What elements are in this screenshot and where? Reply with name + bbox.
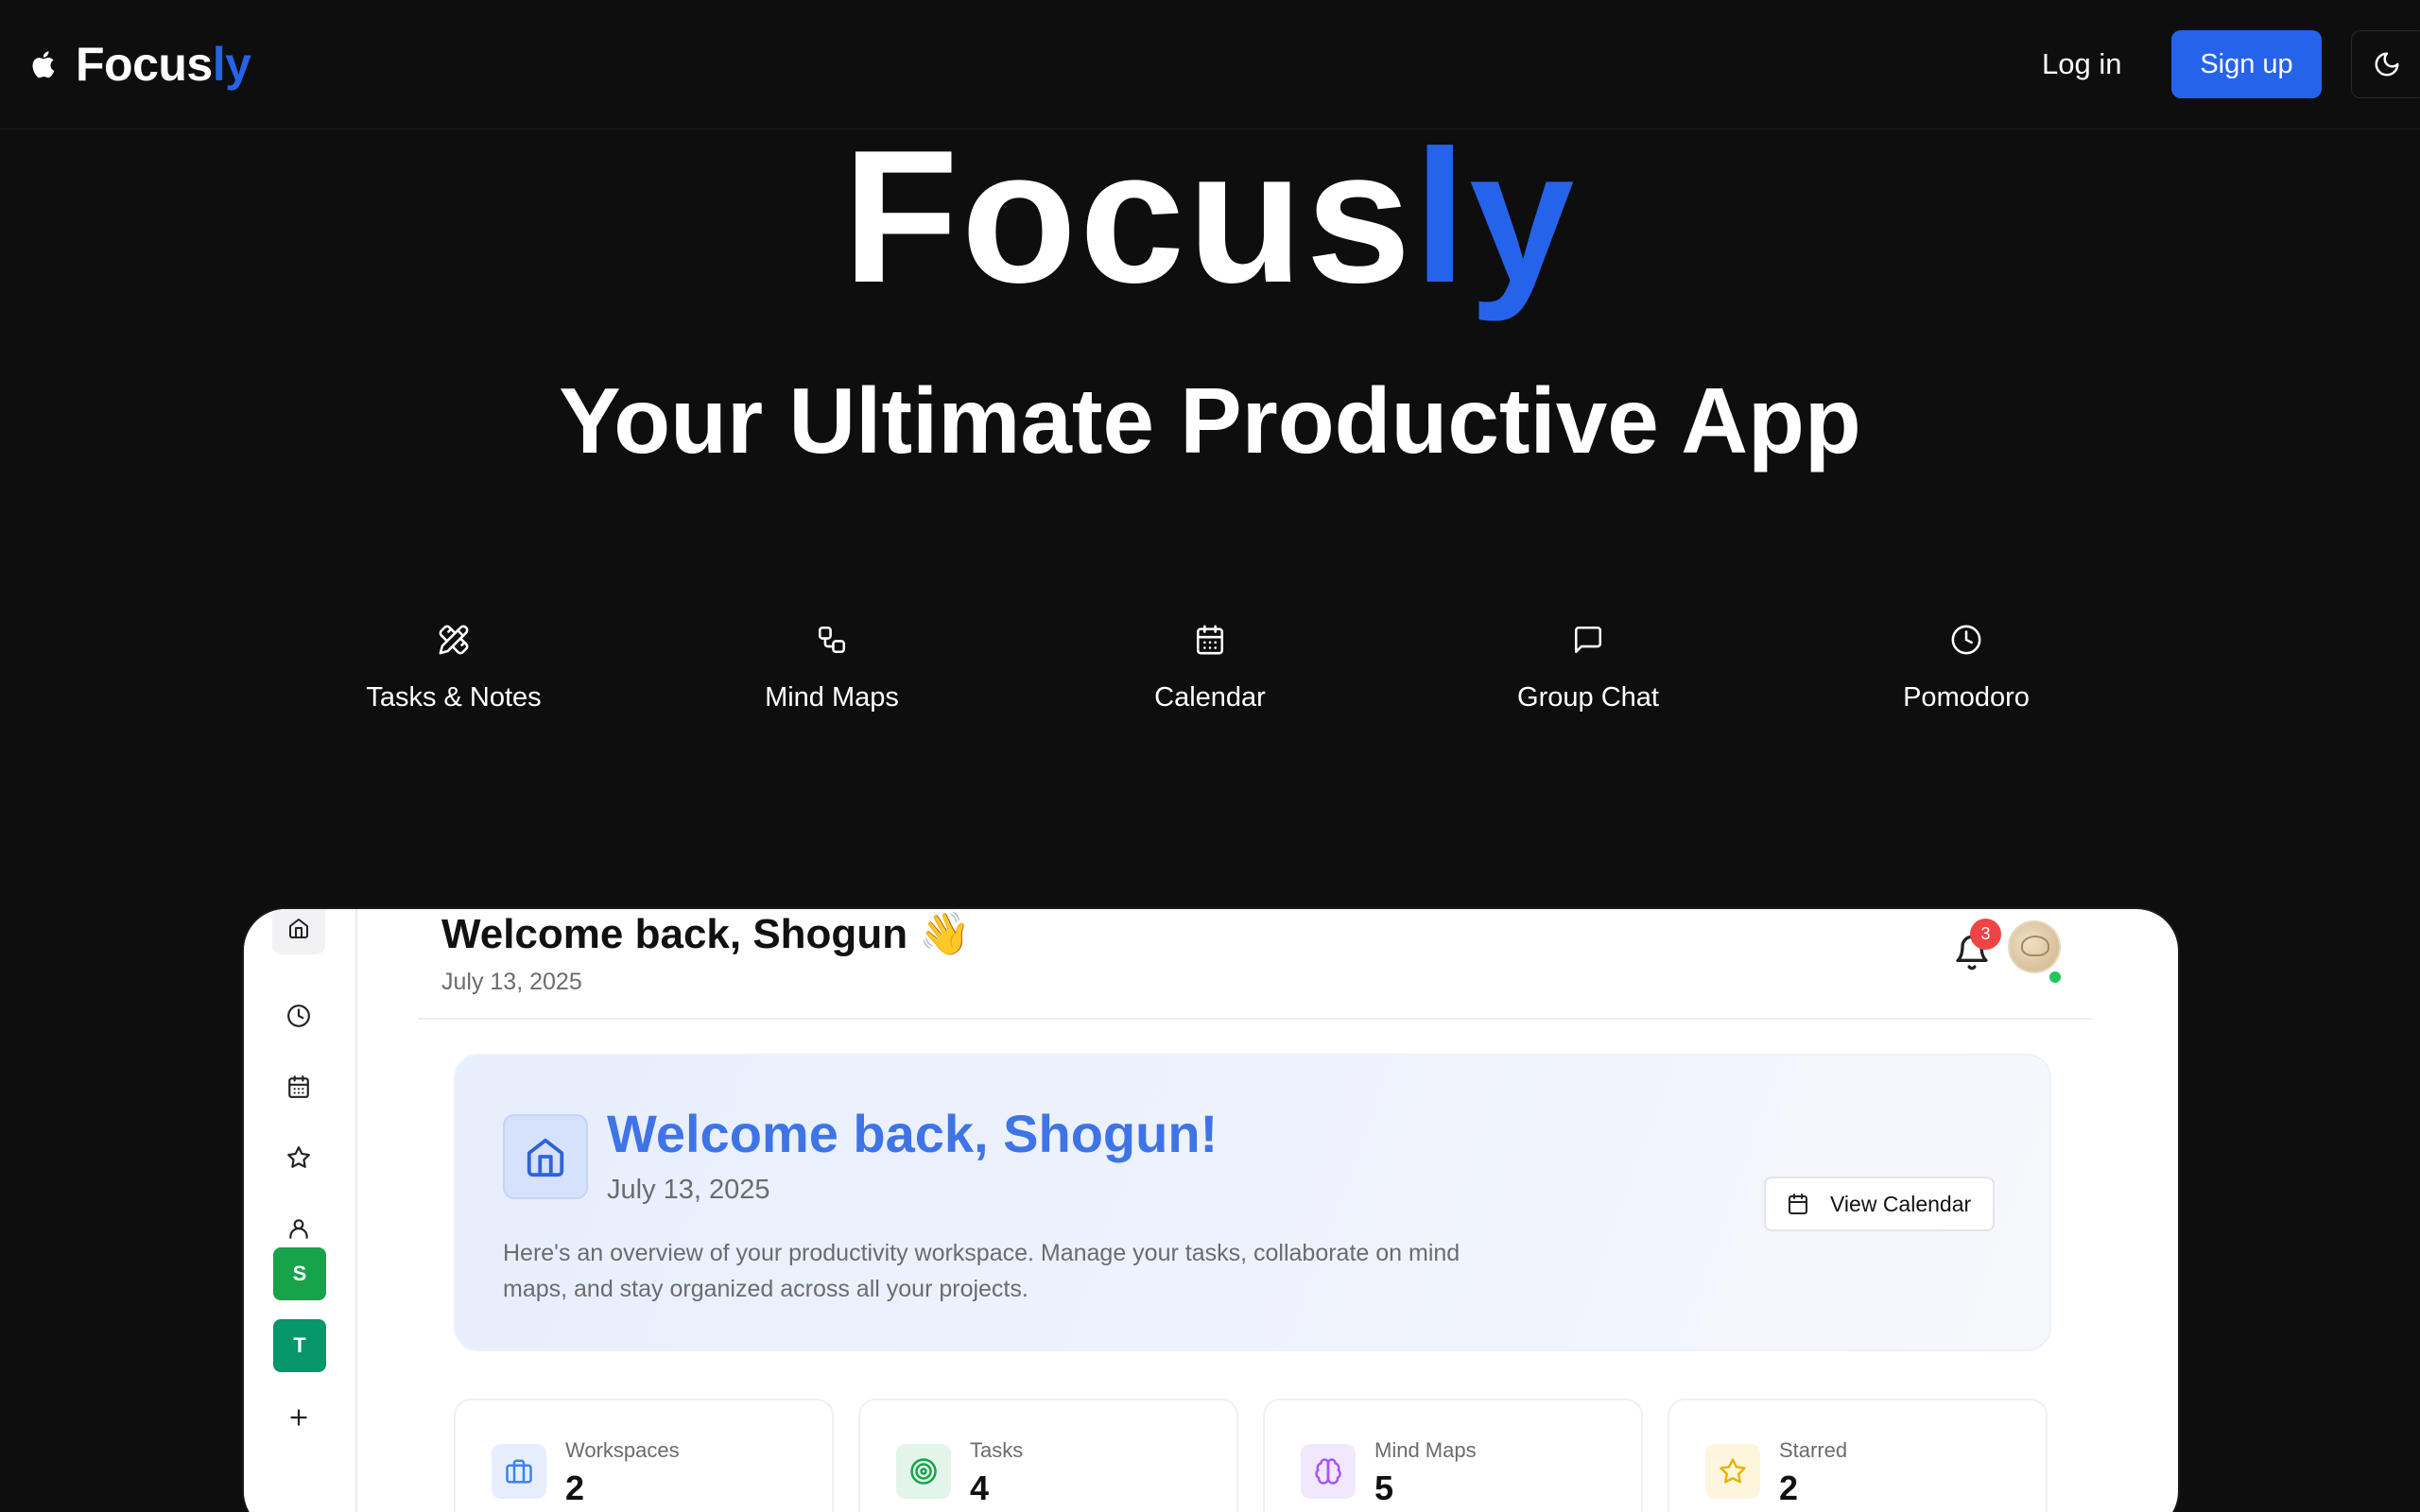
stat-value: 5 [1374,1469,1394,1507]
feature-tasks-notes[interactable]: Tasks & Notes [321,624,586,713]
welcome-icon-box [503,1114,588,1199]
sidebar-item-starred[interactable] [272,1131,325,1184]
add-workspace-button[interactable] [272,1391,325,1444]
sidebar-item-calendar[interactable] [272,1060,325,1113]
stat-card-workspaces[interactable]: Workspaces 2 [454,1399,834,1512]
stat-label: Workspaces [565,1438,680,1462]
welcome-card: Welcome back, Shogun! July 13, 2025 Here… [454,1054,2051,1351]
feature-group-chat[interactable]: Group Chat [1456,624,1720,713]
stat-value: 2 [1779,1469,1799,1507]
stat-label: Starred [1779,1438,1848,1462]
view-calendar-button[interactable]: View Calendar [1764,1177,1995,1231]
hero-title-main: Focus [842,112,1414,322]
sidebar-item-home[interactable] [272,909,325,954]
header-divider [418,1018,2093,1020]
notification-count-badge: 3 [1970,919,2001,950]
workspace-badge-t[interactable]: T [273,1319,326,1372]
stat-icon-box [896,1444,951,1499]
message-square-icon [1574,626,1602,654]
stat-icon-box [1301,1444,1356,1499]
welcome-card-title: Welcome back, Shogun! [607,1104,1219,1163]
moon-icon [2375,52,2399,77]
feature-label: Mind Maps [765,682,899,713]
workspace-badge-s[interactable]: S [273,1247,326,1300]
calendar-icon [288,1075,309,1098]
home-icon [289,919,308,938]
stat-card-tasks[interactable]: Tasks 4 [858,1399,1238,1512]
stat-label: Mind Maps [1374,1438,1477,1462]
preview-header-date: July 13, 2025 [441,969,582,995]
calendar-icon [1196,625,1224,655]
stat-value: 2 [565,1469,585,1507]
stat-value: 4 [970,1469,990,1507]
preview-sidebar: S T [244,909,357,1512]
home-icon [527,1138,564,1177]
brand-name-accent: ly [212,38,251,91]
top-navigation: Focusly Log in Sign up [0,0,2420,129]
clock-icon [287,1005,310,1027]
apple-logo-icon [32,51,55,78]
feature-label: Pomodoro [1903,682,2030,713]
pencil-ruler-icon [439,625,469,655]
stat-label: Tasks [970,1438,1024,1462]
target-icon [910,1458,937,1485]
star-icon [287,1146,310,1168]
hero-subtitle: Your Ultimate Productive App [559,369,1861,472]
feature-label: Tasks & Notes [366,682,542,713]
theme-toggle-button[interactable] [2351,30,2420,98]
plus-icon [290,1409,307,1426]
brain-icon [1315,1458,1341,1485]
avatar[interactable] [2008,920,2061,973]
hero-title: Focusly [0,113,2420,321]
clock-icon [1951,625,1981,655]
stat-card-starred[interactable]: Starred 2 [1668,1399,2048,1512]
star-icon [1720,1458,1746,1484]
stat-icon-box [492,1444,546,1499]
calendar-icon [1789,1194,1807,1214]
sidebar-item-recent[interactable] [272,989,325,1042]
app-preview: S T Welcome back, Shogun 👋 July 13, 2025… [244,909,2178,1512]
hero-title-accent: ly [1413,112,1578,322]
workflow-icon [818,626,846,654]
brand-name-main: Focus [76,38,213,91]
brand-name: Focusly [76,37,251,92]
preview-header-title: Welcome back, Shogun 👋 [441,911,972,957]
feature-label: Group Chat [1517,682,1659,713]
welcome-card-description: Here's an overview of your productivity … [503,1240,1461,1302]
view-calendar-label: View Calendar [1830,1191,1972,1216]
feature-calendar[interactable]: Calendar [1078,624,1342,713]
feature-label: Calendar [1154,682,1266,713]
avatar-face [2021,936,2049,956]
feature-pomodoro[interactable]: Pomodoro [1834,624,2099,713]
brand[interactable]: Focusly [30,34,251,94]
welcome-card-date: July 13, 2025 [607,1175,770,1205]
briefcase-icon [506,1459,532,1484]
login-link[interactable]: Log in [2042,43,2121,85]
signup-button[interactable]: Sign up [2171,30,2322,98]
stat-icon-box [1705,1444,1760,1499]
feature-mind-maps[interactable]: Mind Maps [700,624,964,713]
online-status-dot [2048,970,2063,985]
user-icon [289,1219,308,1239]
stat-card-mind-maps[interactable]: Mind Maps 5 [1263,1399,1643,1512]
